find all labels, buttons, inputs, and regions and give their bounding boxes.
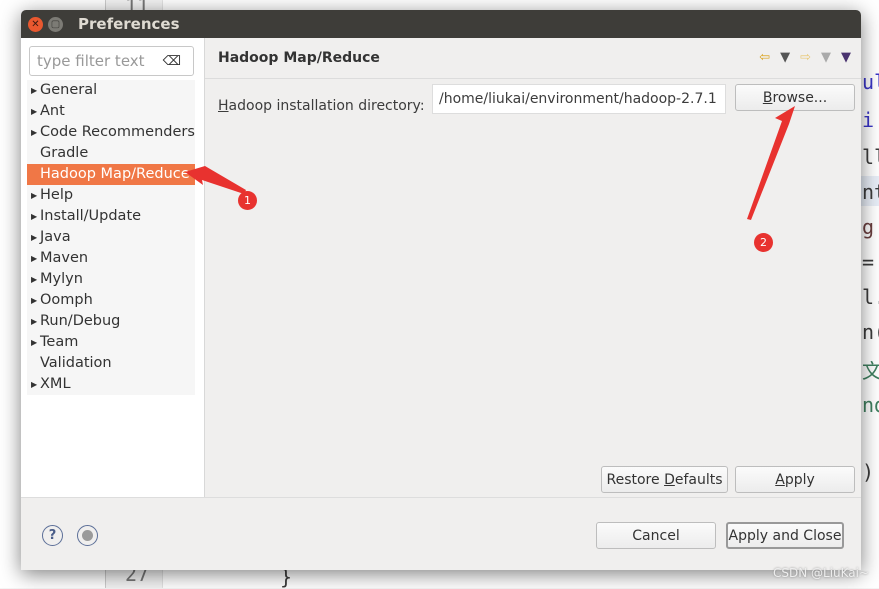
annotation-badge-1: 1	[238, 191, 257, 210]
annotation-badge-2: 2	[754, 233, 773, 252]
annotation-arrows	[185, 106, 795, 220]
annotation-arrow-1	[185, 166, 246, 194]
watermark: CSDN @LiuKai~	[773, 566, 870, 580]
annotation-arrow-2	[747, 106, 795, 220]
